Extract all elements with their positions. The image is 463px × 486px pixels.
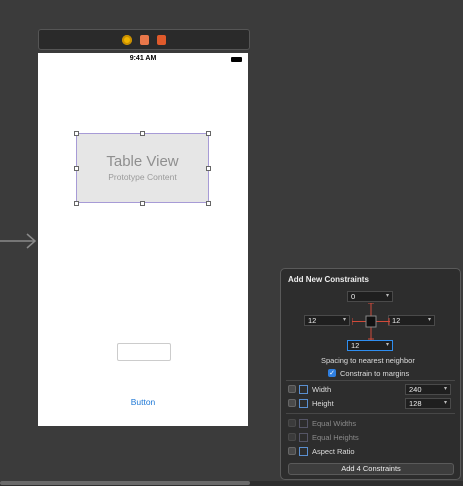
- leading-constraint-field[interactable]: 12 ▾: [304, 315, 350, 326]
- resize-handle[interactable]: [74, 166, 79, 171]
- aspect-ratio-label: Aspect Ratio: [312, 447, 355, 456]
- storyboard-canvas[interactable]: 9:41 AM Table View Prototype Content But…: [0, 0, 463, 486]
- chevron-down-icon: ▾: [385, 342, 389, 348]
- trailing-constraint-field[interactable]: 12 ▾: [388, 315, 435, 326]
- chevron-down-icon: ▾: [342, 317, 346, 323]
- popover-title: Add New Constraints: [288, 275, 369, 284]
- constrain-to-margins-checkbox[interactable]: ✓: [328, 369, 336, 377]
- text-field[interactable]: [117, 343, 171, 361]
- resize-handle[interactable]: [74, 131, 79, 136]
- chevron-down-icon: ▾: [443, 400, 447, 406]
- equal-heights-label: Equal Heights: [312, 433, 359, 442]
- height-label: Height: [312, 399, 334, 408]
- first-responder-icon[interactable]: [140, 34, 149, 45]
- table-view-subtitle: Prototype Content: [108, 172, 177, 182]
- constraint-struts-icon[interactable]: [352, 303, 390, 340]
- chevron-down-icon: ▾: [427, 317, 431, 323]
- resize-handle[interactable]: [74, 201, 79, 206]
- exit-icon[interactable]: [157, 34, 166, 45]
- table-view[interactable]: Table View Prototype Content: [76, 133, 209, 203]
- spacing-label: Spacing to nearest neighbor: [321, 356, 415, 365]
- height-checkbox[interactable]: [288, 399, 296, 407]
- bottom-constraint-field[interactable]: 12 ▾: [347, 340, 393, 351]
- chevron-down-icon: ▾: [385, 293, 389, 299]
- add-constraints-popover: Add New Constraints 0 ▾ 12 ▾ 12 ▾ 12 ▾ Spaci…: [280, 268, 461, 480]
- scene-dock: [38, 29, 250, 50]
- equal-heights-icon: [299, 433, 308, 442]
- divider: [286, 380, 455, 381]
- scrollbar-thumb[interactable]: [0, 481, 250, 485]
- height-field[interactable]: 128 ▾: [405, 398, 451, 409]
- height-icon: [299, 399, 308, 408]
- table-view-title: Table View: [106, 153, 179, 170]
- width-icon: [299, 385, 308, 394]
- chevron-down-icon: ▾: [443, 386, 447, 392]
- status-time: 9:41 AM: [129, 55, 157, 62]
- add-constraints-button[interactable]: Add 4 Constraints: [288, 463, 454, 475]
- equal-widths-checkbox[interactable]: [288, 419, 296, 427]
- view-controller-icon[interactable]: [122, 34, 132, 45]
- equal-widths-label: Equal Widths: [312, 419, 357, 428]
- iphone-scene[interactable]: 9:41 AM Table View Prototype Content But…: [38, 53, 248, 426]
- entry-point-arrow-icon[interactable]: [0, 233, 37, 249]
- width-field[interactable]: 240 ▾: [405, 384, 451, 395]
- resize-handle[interactable]: [206, 201, 211, 206]
- resize-handle[interactable]: [206, 166, 211, 171]
- constrain-to-margins-label: Constrain to margins: [340, 369, 410, 378]
- resize-handle[interactable]: [140, 201, 145, 206]
- button[interactable]: Button: [38, 397, 248, 407]
- resize-handle[interactable]: [140, 131, 145, 136]
- width-label: Width: [312, 385, 332, 394]
- top-constraint-field[interactable]: 0 ▾: [347, 291, 393, 302]
- divider: [286, 413, 455, 414]
- width-checkbox[interactable]: [288, 385, 296, 393]
- battery-icon: [231, 57, 242, 62]
- aspect-ratio-checkbox[interactable]: [288, 447, 296, 455]
- resize-handle[interactable]: [206, 131, 211, 136]
- aspect-ratio-icon: [299, 447, 308, 456]
- equal-heights-checkbox[interactable]: [288, 433, 296, 441]
- equal-widths-icon: [299, 419, 308, 428]
